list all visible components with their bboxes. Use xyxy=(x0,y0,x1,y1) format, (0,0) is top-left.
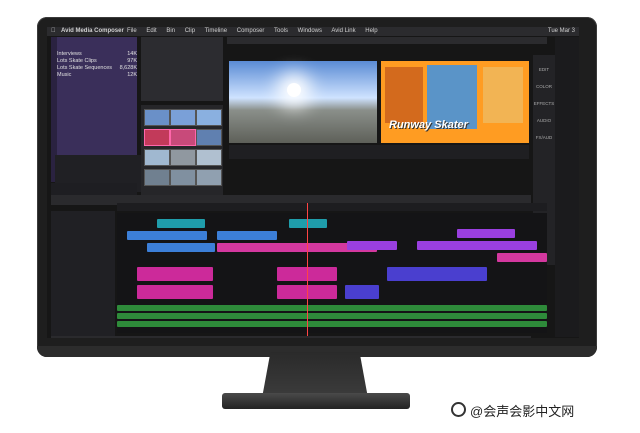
audio-clip[interactable] xyxy=(387,267,487,281)
thumbnail[interactable] xyxy=(196,109,222,126)
bin-row-name: Lots Skate Sequences xyxy=(57,65,113,71)
bin-row-count: 97K xyxy=(127,58,137,64)
menu-composer[interactable]: Composer xyxy=(237,28,265,34)
menu-edit[interactable]: Edit xyxy=(146,28,156,34)
apple-icon[interactable]:  xyxy=(51,27,56,36)
bin-row-name: Music xyxy=(57,72,72,78)
title-overlay: Runway Skater xyxy=(389,119,468,131)
watermark-text: @会声会影中文网 xyxy=(470,404,575,419)
composer-header xyxy=(227,37,547,44)
music-track[interactable] xyxy=(117,321,547,327)
menu-items: File Edit Bin Clip Timeline Composer Too… xyxy=(127,27,386,36)
bin-row-name: Interviews xyxy=(57,51,82,57)
monitor-stand-neck xyxy=(262,352,368,398)
thumbnail[interactable] xyxy=(170,169,196,186)
video-clip[interactable] xyxy=(457,229,515,238)
video-clip[interactable] xyxy=(347,241,397,250)
video-clip[interactable] xyxy=(217,231,277,240)
menu-clip[interactable]: Clip xyxy=(185,28,195,34)
menu-windows[interactable]: Windows xyxy=(298,28,322,34)
thumbnail[interactable] xyxy=(196,129,222,146)
right-sidebar xyxy=(555,37,579,337)
menu-help[interactable]: Help xyxy=(365,28,377,34)
video-clip[interactable] xyxy=(157,219,205,228)
menu-file[interactable]: File xyxy=(127,28,137,34)
transport-controls[interactable] xyxy=(229,145,529,159)
status-bar xyxy=(51,336,531,338)
video-clip[interactable] xyxy=(497,253,547,262)
bin-list: Interviews 14K Lots Skate Clips 97K Lots S… xyxy=(57,51,137,79)
timeline-tracks[interactable] xyxy=(117,213,547,333)
video-clip[interactable] xyxy=(127,231,207,240)
audio-clip[interactable] xyxy=(137,285,213,299)
audio-clip[interactable] xyxy=(137,267,213,281)
bin-row[interactable]: Music 12K xyxy=(57,72,137,79)
bin-row[interactable]: Lots Skate Sequences 8,628K xyxy=(57,65,137,72)
playhead[interactable] xyxy=(307,203,308,337)
screen:  Avid Media Composer File Edit Bin Clip… xyxy=(47,27,579,338)
project-bin: Interviews 14K Lots Skate Clips 97K Lots S… xyxy=(51,37,141,192)
frame-panel xyxy=(385,67,423,123)
bin-row-count: 12K xyxy=(127,72,137,78)
thumbnail[interactable] xyxy=(144,169,170,186)
menu-bar:  Avid Media Composer File Edit Bin Clip… xyxy=(47,27,579,36)
sun-image xyxy=(287,83,301,97)
music-track[interactable] xyxy=(117,313,547,319)
menu-timeline[interactable]: Timeline xyxy=(205,28,227,34)
thumbnail[interactable] xyxy=(144,149,170,166)
audio-clip[interactable] xyxy=(345,285,379,299)
watermark-icon xyxy=(451,402,466,417)
thumbnail[interactable] xyxy=(170,129,196,146)
monitor-stand-base xyxy=(222,393,410,409)
thumbnail[interactable] xyxy=(170,149,196,166)
menu-clock: Tue Mar 3 xyxy=(547,28,575,34)
thumbnail[interactable] xyxy=(196,149,222,166)
record-monitor[interactable]: Runway Skater xyxy=(381,61,529,143)
app-name[interactable]: Avid Media Composer xyxy=(61,27,124,36)
menu-bin[interactable]: Bin xyxy=(166,28,175,34)
thumbnail[interactable] xyxy=(144,129,170,146)
thumbnail[interactable] xyxy=(196,169,222,186)
timeline-ruler[interactable] xyxy=(117,203,547,211)
music-track[interactable] xyxy=(117,305,547,311)
bin-row[interactable]: Interviews 14K xyxy=(57,51,137,58)
bin-row[interactable]: Lots Skate Clips 97K xyxy=(57,58,137,65)
video-clip[interactable] xyxy=(289,219,327,228)
bin-row-name: Lots Skate Clips xyxy=(57,58,97,64)
video-clip[interactable] xyxy=(147,243,215,252)
bin-row-count: 8,628K xyxy=(119,65,137,71)
tool-effects[interactable]: EFFECTS xyxy=(533,101,555,106)
track-headers xyxy=(51,211,115,336)
frame-panel xyxy=(483,67,523,123)
thumbnail[interactable] xyxy=(144,109,170,126)
tool-color[interactable]: COLOR xyxy=(533,84,555,89)
tool-audio[interactable]: AUDIO xyxy=(533,118,555,123)
menu-avid-link[interactable]: Avid Link xyxy=(331,28,355,34)
tool-edit[interactable]: EDIT xyxy=(533,67,555,72)
clip-thumbnails xyxy=(141,105,223,200)
source-monitor[interactable] xyxy=(229,61,377,143)
monitor:  Avid Media Composer File Edit Bin Clip… xyxy=(37,17,597,357)
bin-row-count: 14K xyxy=(127,51,137,57)
sequence-bin xyxy=(141,37,223,101)
thumbnail[interactable] xyxy=(170,109,196,126)
menu-tools[interactable]: Tools xyxy=(274,28,288,34)
video-clip[interactable] xyxy=(417,241,537,250)
tool-fx-audio[interactable]: FX/AUD xyxy=(533,135,555,140)
